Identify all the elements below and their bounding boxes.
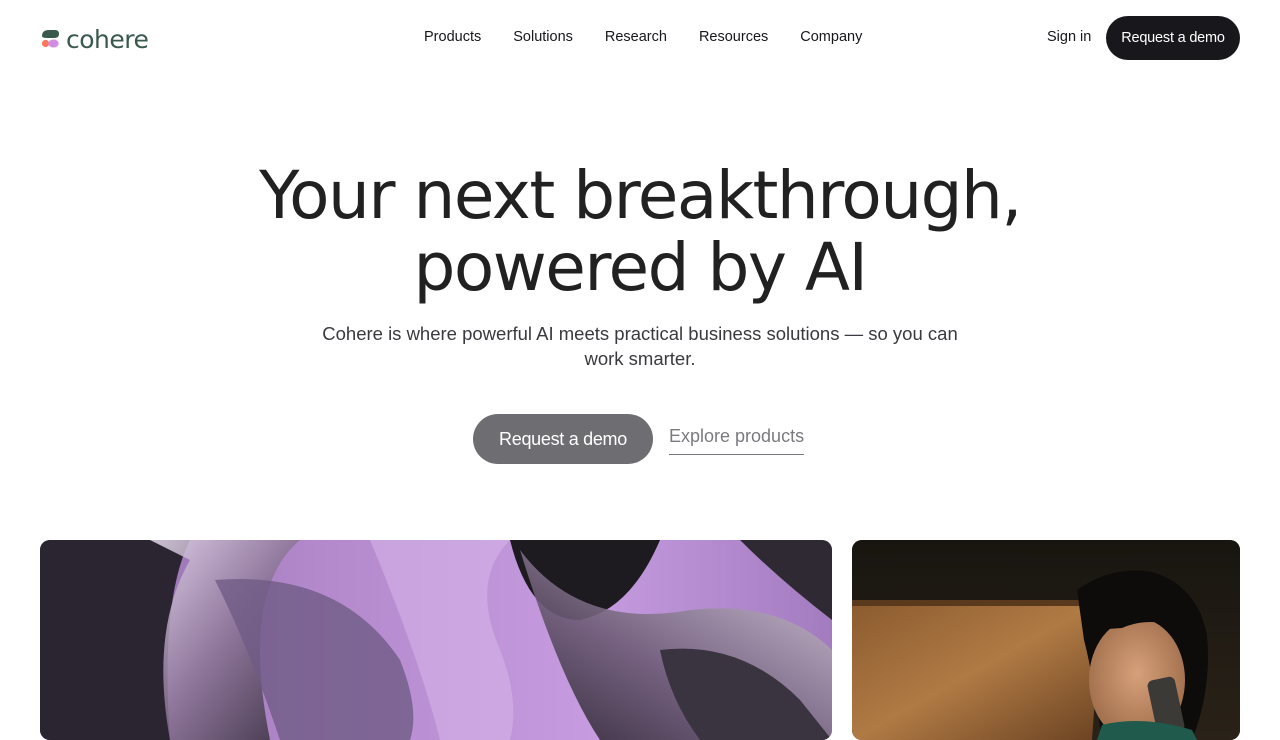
nav-request-demo-button[interactable]: Request a demo <box>1106 16 1240 60</box>
sign-in-link[interactable]: Sign in <box>1047 28 1091 46</box>
hero-subtitle: Cohere is where powerful AI meets practi… <box>320 321 960 371</box>
hero-title-line-2: powered by AI <box>413 229 868 306</box>
hero-request-demo-button[interactable]: Request a demo <box>473 414 653 464</box>
top-navigation: cohere Products Solutions Research Resou… <box>0 0 1280 76</box>
cohere-logo[interactable]: cohere <box>40 24 149 54</box>
explore-products-link[interactable]: Explore products <box>669 424 805 455</box>
nav-link-company[interactable]: Company <box>800 28 862 46</box>
nav-link-products[interactable]: Products <box>424 28 481 46</box>
nav-link-research[interactable]: Research <box>605 28 667 46</box>
hero-subtitle-line-1: Cohere is where powerful AI meets practi… <box>322 323 958 344</box>
hero-subtitle-line-2: work smarter. <box>584 348 696 369</box>
nav-link-solutions[interactable]: Solutions <box>513 28 573 46</box>
hero-title-line-1: Your next breakthrough, <box>259 157 1022 234</box>
abstract-glass-shapes-image <box>40 540 832 740</box>
woman-on-phone-image <box>852 540 1240 740</box>
main-menu: Products Solutions Research Resources Co… <box>424 28 862 46</box>
hero-media-person <box>852 540 1240 740</box>
cohere-logo-mark-icon <box>40 28 62 50</box>
hero-media-abstract <box>40 540 832 740</box>
logo-wordmark: cohere <box>66 24 149 54</box>
nav-link-resources[interactable]: Resources <box>699 28 768 46</box>
hero-title: Your next breakthrough, powered by AI <box>140 160 1140 304</box>
